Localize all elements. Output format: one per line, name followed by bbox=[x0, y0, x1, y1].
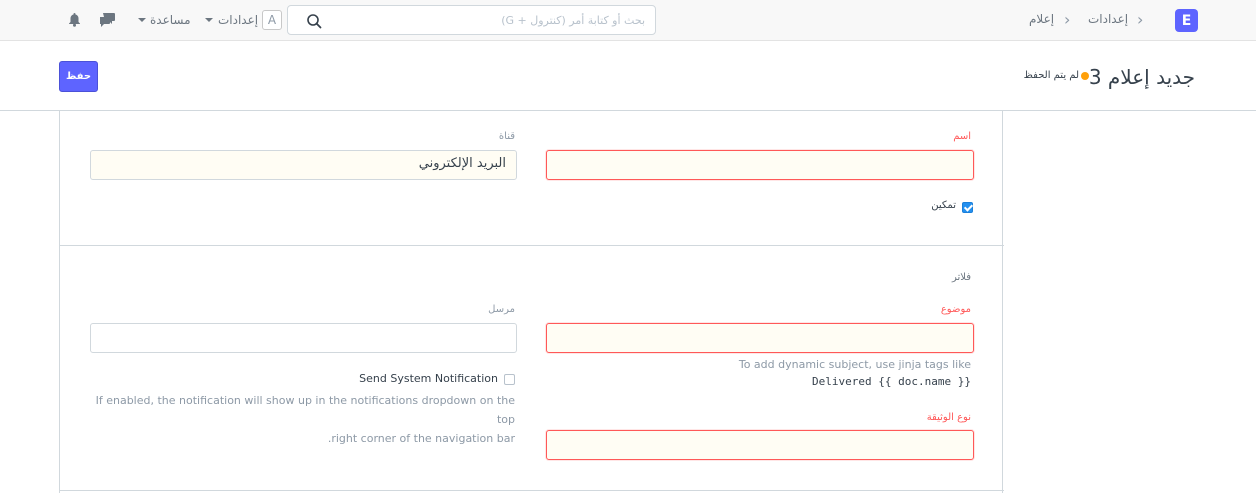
breadcrumb-notification[interactable]: إعلام bbox=[1029, 12, 1054, 26]
search-input[interactable]: بحث أو كتابة أمر (كنترول + G) bbox=[287, 5, 656, 35]
system-notification-checkbox[interactable] bbox=[504, 374, 515, 385]
filters-heading: فلاتر bbox=[951, 272, 971, 283]
help-line-1: If enabled, the notification will show u… bbox=[95, 394, 515, 426]
chevron-right-icon: › bbox=[1064, 10, 1071, 29]
enabled-label: تمكين bbox=[931, 200, 956, 211]
system-notification-label: Send System Notification bbox=[359, 372, 498, 385]
channel-select[interactable]: البريد الإلكتروني bbox=[90, 150, 517, 180]
search-icon bbox=[307, 14, 322, 29]
save-button[interactable]: حفظ bbox=[59, 61, 98, 92]
enabled-checkbox[interactable] bbox=[962, 202, 973, 213]
channel-value: البريد الإلكتروني bbox=[418, 156, 506, 171]
status-badge: لم يتم الحفظ bbox=[1023, 70, 1079, 81]
subject-label: موضوع bbox=[940, 304, 971, 315]
chat-icon[interactable] bbox=[99, 12, 117, 28]
settings-menu[interactable]: إعدادات bbox=[218, 13, 258, 27]
help-line-2: right corner of the navigation bar. bbox=[327, 432, 515, 445]
avatar[interactable]: A bbox=[262, 10, 282, 30]
navbar: E › إعدادات › إعلام بحث أو كتابة أمر (كن… bbox=[0, 0, 1256, 41]
page-title: جديد إعلام 3 bbox=[1088, 65, 1195, 89]
chevron-right-icon: › bbox=[1137, 10, 1144, 29]
name-label: اسم bbox=[953, 131, 971, 142]
section-divider bbox=[60, 490, 1004, 491]
sender-field[interactable] bbox=[90, 323, 517, 353]
bell-icon[interactable] bbox=[68, 12, 81, 27]
sender-label: مرسل bbox=[488, 304, 515, 315]
page-header: جديد إعلام 3 لم يتم الحفظ حفظ bbox=[0, 41, 1256, 111]
chevron-down-icon bbox=[138, 18, 146, 22]
chevron-down-icon bbox=[205, 18, 213, 22]
channel-label: قناة bbox=[498, 131, 515, 142]
form-body: اسم قناة البريد الإلكتروني تمكين فلاتر م… bbox=[59, 111, 1004, 493]
doctype-label: نوع الوثيقة bbox=[926, 412, 971, 423]
system-notification-help: If enabled, the notification will show u… bbox=[85, 391, 515, 448]
section-divider bbox=[60, 245, 1004, 246]
app-logo[interactable]: E bbox=[1175, 9, 1198, 32]
doctype-field[interactable] bbox=[546, 430, 974, 460]
name-field[interactable] bbox=[546, 150, 974, 180]
subject-help-code: Delivered {{ doc.name }} bbox=[812, 375, 971, 388]
status-indicator bbox=[1081, 72, 1089, 80]
help-menu[interactable]: مساعدة bbox=[150, 13, 191, 27]
subject-field[interactable] bbox=[546, 323, 974, 353]
subject-help-text: To add dynamic subject, use jinja tags l… bbox=[738, 358, 971, 371]
search-placeholder: بحث أو كتابة أمر (كنترول + G) bbox=[501, 14, 645, 27]
breadcrumb-settings[interactable]: إعدادات bbox=[1088, 12, 1128, 26]
